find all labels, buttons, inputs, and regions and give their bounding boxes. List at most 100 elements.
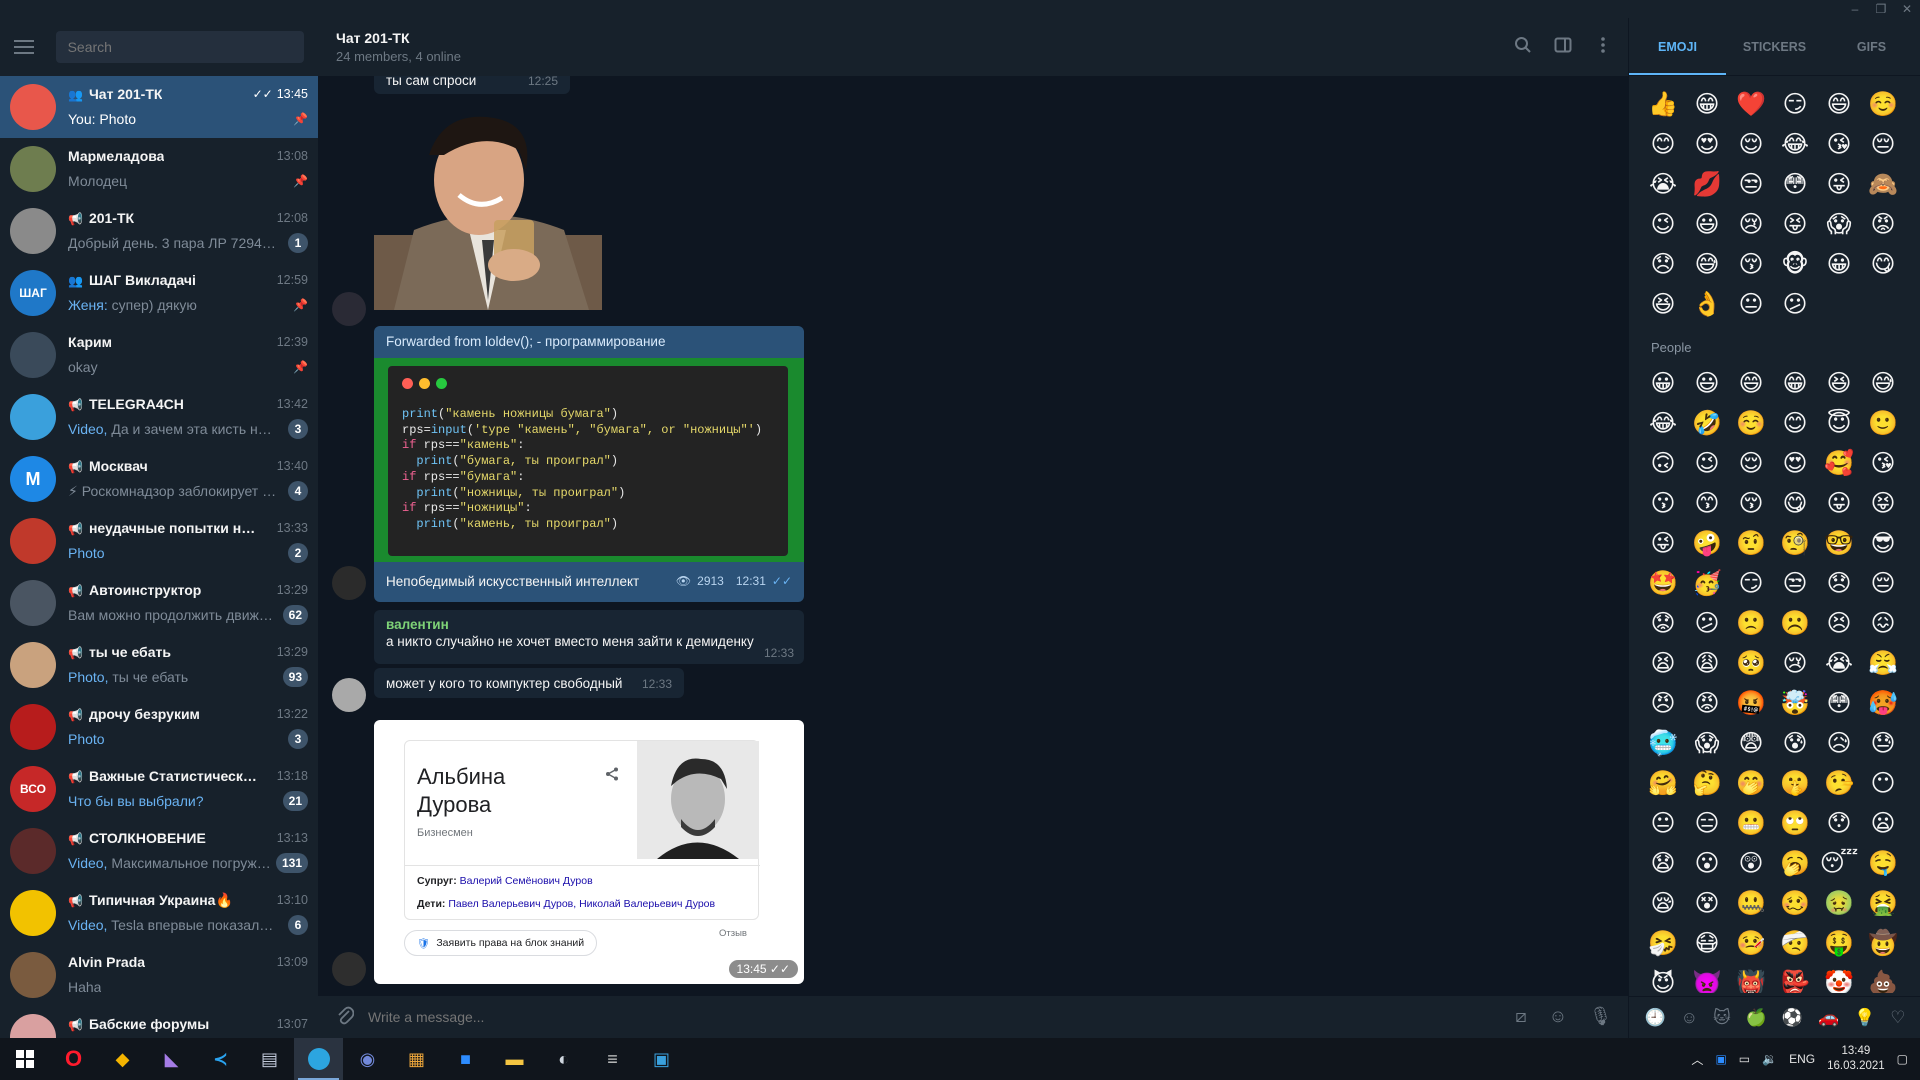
emoji-item[interactable]: 😭 [1641, 166, 1685, 202]
emoji-item[interactable]: ❤️ [1729, 86, 1773, 122]
emoji-item[interactable]: 😂 [1773, 126, 1817, 162]
chat-list-item[interactable]: Карим 12:39 okay 📌 [0, 324, 318, 386]
chat-list-item[interactable]: 📢 СТОЛКНОВЕНИЕ 13:13 Video, Максимальное по… [0, 820, 318, 882]
menu-icon[interactable] [14, 34, 40, 60]
opera-icon[interactable]: O [49, 1038, 98, 1080]
emoji-item[interactable]: 😨 [1729, 725, 1773, 761]
emoji-item[interactable]: 🥴 [1773, 885, 1817, 921]
message-input[interactable] [368, 1009, 1468, 1025]
chat-list-item[interactable]: 📢 дрочу безруким 13:22 Photo 3 [0, 696, 318, 758]
sidebar-toggle-icon[interactable] [1552, 36, 1574, 58]
more-options-icon[interactable] [1592, 36, 1614, 58]
emoji-item[interactable]: 😅 [1685, 246, 1729, 282]
emoji-item[interactable]: 😖 [1861, 605, 1905, 641]
vscode-icon[interactable]: ≺ [196, 1038, 245, 1080]
emoji-item[interactable]: 😌 [1729, 126, 1773, 162]
emoji-item[interactable]: 😁 [1685, 86, 1729, 122]
emoji-item[interactable]: 😗 [1641, 485, 1685, 521]
chat-list-item[interactable]: Alvin Prada 13:09 Haha [0, 944, 318, 1006]
emoji-item[interactable]: 😫 [1641, 645, 1685, 681]
emoji-item[interactable]: 🙄 [1773, 805, 1817, 841]
emoji-item[interactable]: 👺 [1773, 965, 1817, 994]
bulb-icon[interactable]: 💡 [1854, 1008, 1875, 1028]
emoji-item[interactable]: 😵 [1685, 885, 1729, 921]
chat-list-item[interactable]: 📢 TELEGRA4CH 13:42 Video, Да и зачем эта ки… [0, 386, 318, 448]
emoji-item[interactable]: 😐 [1641, 805, 1685, 841]
search-input[interactable] [55, 31, 304, 63]
emoji-item[interactable]: 😥 [1817, 725, 1861, 761]
emoji-item[interactable]: 💩 [1861, 965, 1905, 994]
emoji-item[interactable]: 😀 [1641, 365, 1685, 401]
emoji-item[interactable]: 🤡 [1817, 965, 1861, 994]
emoji-item[interactable]: 🤑 [1817, 925, 1861, 961]
heart-icon[interactable]: ♡ [1890, 1008, 1905, 1028]
message-author[interactable]: валентин [386, 617, 792, 632]
smile-icon[interactable]: ☺ [1681, 1008, 1698, 1028]
emoji-item[interactable]: 😭 [1817, 645, 1861, 681]
database-icon[interactable]: ≡ [588, 1038, 637, 1080]
emoji-item[interactable]: 😒 [1773, 565, 1817, 601]
emoji-item[interactable]: 🤯 [1773, 685, 1817, 721]
tab-gifs[interactable]: GIFS [1823, 18, 1920, 75]
emoji-item[interactable]: 😛 [1817, 485, 1861, 521]
message-photo[interactable] [374, 100, 602, 310]
emoji-item[interactable]: 😏 [1729, 565, 1773, 601]
emoji-item[interactable]: 🤢 [1817, 885, 1861, 921]
emoji-item[interactable]: 😝 [1773, 206, 1817, 242]
emoji-icon[interactable]: ☺ [1549, 1006, 1567, 1027]
emoji-item[interactable]: 🤤 [1861, 845, 1905, 881]
chat-list-item[interactable]: 📢 201-ТК 12:08 Добрый день. 3 пара ЛР 72940… [0, 200, 318, 262]
emoji-item[interactable]: 😋 [1773, 485, 1817, 521]
emoji-item[interactable]: 😦 [1861, 805, 1905, 841]
emoji-item[interactable]: 🤠 [1861, 925, 1905, 961]
emoji-item[interactable]: 😐 [1729, 286, 1773, 322]
emoji-item[interactable]: 😱 [1817, 206, 1861, 242]
chevron-up-icon[interactable]: ︿ [1691, 1051, 1703, 1068]
chat-list-item[interactable]: M 📢 Москвач 13:40 ⚡ Роскомнадзор заблокирует… [0, 448, 318, 510]
emoji-item[interactable]: 😟 [1641, 605, 1685, 641]
chat-list-item[interactable]: Мармеладова 13:08 Молодец 📌 [0, 138, 318, 200]
recent-icon[interactable]: 🕘 [1644, 1008, 1665, 1028]
emoji-item[interactable]: 😶 [1861, 765, 1905, 801]
emoji-item[interactable]: 😬 [1729, 805, 1773, 841]
emoji-item[interactable]: 😝 [1861, 485, 1905, 521]
chat-list-item[interactable]: 📢 Автоинструктор 13:29 Вам можно продолжить… [0, 572, 318, 634]
emoji-item[interactable]: 😪 [1641, 885, 1685, 921]
chat-title-block[interactable]: Чат 201-ТК 24 members, 4 online [336, 30, 461, 64]
emoji-item[interactable]: 😕 [1685, 605, 1729, 641]
emoji-item[interactable]: 🥶 [1641, 725, 1685, 761]
clock[interactable]: 13:49 16.03.2021 [1827, 1044, 1885, 1074]
emoji-item[interactable]: 😘 [1817, 126, 1861, 162]
emoji-item[interactable]: 👌 [1685, 286, 1729, 322]
emoji-item[interactable]: 😄 [1729, 365, 1773, 401]
chat-list-item[interactable]: ШАГ 👥 ШАГ Викладачі 12:59 Женя: супер) дякую… [0, 262, 318, 324]
emoji-item[interactable]: 😚 [1729, 246, 1773, 282]
sender-avatar[interactable] [332, 952, 366, 986]
chat-list-item[interactable]: 📢 неудачные попытки наеб... 13:33 Photo 2 [0, 510, 318, 572]
emoji-item[interactable]: 🙈 [1861, 166, 1905, 202]
emoji-item[interactable]: 😔 [1861, 565, 1905, 601]
cat-icon[interactable]: 🐱 [1713, 1008, 1731, 1028]
emoji-item[interactable]: 😘 [1861, 445, 1905, 481]
emoji-item[interactable]: 😜 [1641, 525, 1685, 561]
emoji-item[interactable]: 🐵 [1773, 246, 1817, 282]
emoji-item[interactable]: 🙃 [1641, 445, 1685, 481]
emoji-item[interactable]: 😜 [1817, 166, 1861, 202]
volume-icon[interactable]: 🔉 [1762, 1052, 1777, 1066]
message-photo[interactable]: Альбина Дурова Бизнесмен Супруг: Валерий… [374, 720, 804, 984]
emoji-item[interactable]: 👹 [1729, 965, 1773, 994]
emoji-item[interactable]: 🤮 [1861, 885, 1905, 921]
emoji-item[interactable]: 😢 [1729, 206, 1773, 242]
emoji-item[interactable]: 🤒 [1729, 925, 1773, 961]
emoji-item[interactable]: 🤣 [1685, 405, 1729, 441]
language-indicator[interactable]: ENG [1789, 1052, 1815, 1066]
emoji-item[interactable]: ☺️ [1861, 86, 1905, 122]
sender-avatar[interactable] [332, 678, 366, 712]
emoji-item[interactable]: 😀 [1817, 246, 1861, 282]
notifications-icon[interactable]: ▢ [1897, 1052, 1908, 1066]
discord-icon[interactable]: ◉ [343, 1038, 392, 1080]
tab-emoji[interactable]: EMOJI [1629, 18, 1726, 75]
emoji-item[interactable]: 😍 [1773, 445, 1817, 481]
start-icon[interactable] [0, 1038, 49, 1080]
close-button[interactable]: ✕ [1894, 0, 1920, 18]
